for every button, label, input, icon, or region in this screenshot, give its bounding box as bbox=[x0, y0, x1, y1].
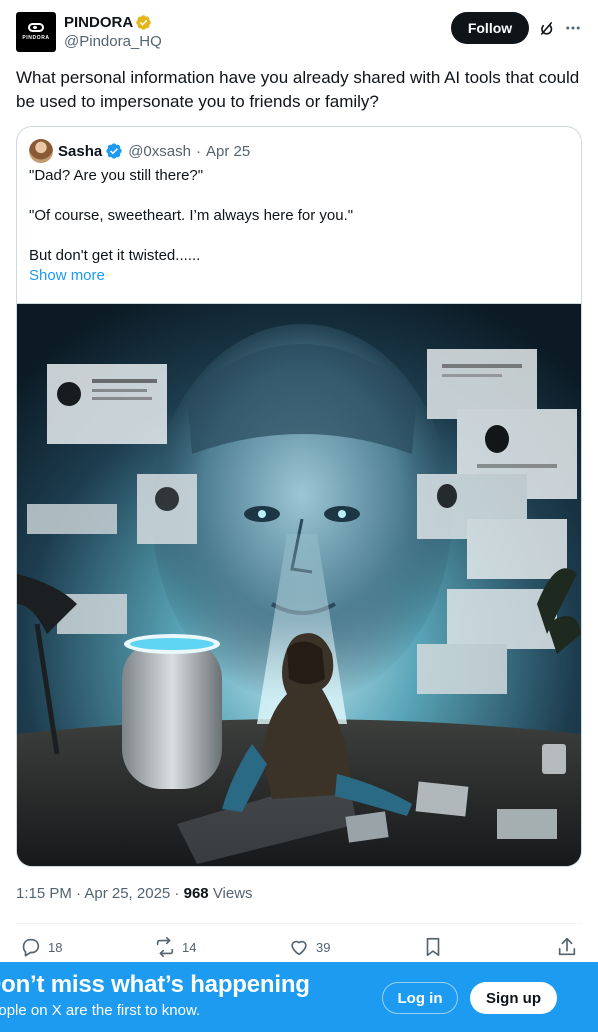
banner-title: Don’t miss what’s happening bbox=[0, 971, 310, 998]
quoted-author-name[interactable]: Sasha bbox=[58, 143, 102, 160]
tweet-meta: 1:15 PM · Apr 25, 2025 · 968 Views bbox=[16, 884, 253, 904]
divider bbox=[16, 923, 582, 924]
tweet-timestamp[interactable]: 1:15 PM · Apr 25, 2025 · bbox=[16, 885, 179, 902]
show-more-link[interactable]: Show more bbox=[29, 266, 105, 286]
repost-count: 14 bbox=[182, 939, 197, 955]
author-display-name[interactable]: PINDORA bbox=[64, 14, 133, 31]
banner-subtitle: People on X are the first to know. bbox=[0, 1002, 201, 1019]
quoted-line: "Dad? Are you still there?" bbox=[29, 167, 204, 184]
pindora-logo-icon bbox=[28, 23, 44, 32]
quoted-media-image[interactable] bbox=[17, 303, 581, 866]
share-icon bbox=[558, 937, 576, 956]
share-button[interactable] bbox=[556, 936, 578, 958]
quoted-separator: · bbox=[195, 142, 201, 160]
reply-count: 18 bbox=[48, 939, 63, 955]
quoted-header: Sasha @0xsash · Apr 25 bbox=[29, 139, 250, 163]
follow-button[interactable]: Follow bbox=[451, 12, 529, 44]
ai-impersonation-illustration bbox=[17, 304, 581, 866]
repost-button[interactable]: 14 bbox=[154, 936, 196, 958]
avatar-wordmark: PINDORA bbox=[22, 35, 50, 41]
blue-verified-badge-icon bbox=[106, 143, 122, 159]
quoted-line: "Of course, sweetheart. I’m always here … bbox=[29, 207, 354, 224]
tweet-header: PINDORA PINDORA @Pindora_HQ Follow bbox=[16, 12, 582, 52]
like-count: 39 bbox=[316, 939, 331, 955]
quoted-author-handle[interactable]: @0xsash bbox=[128, 143, 191, 160]
reply-button[interactable]: 18 bbox=[20, 936, 62, 958]
repost-icon bbox=[156, 937, 174, 957]
reply-icon bbox=[22, 938, 40, 957]
quoted-date[interactable]: Apr 25 bbox=[206, 143, 250, 160]
bookmark-button[interactable] bbox=[422, 936, 444, 958]
signup-banner: Don’t miss what’s happening People on X … bbox=[0, 962, 598, 1032]
sign-up-button[interactable]: Sign up bbox=[470, 982, 557, 1014]
quoted-text: "Dad? Are you still there?" "Of course, … bbox=[29, 166, 569, 266]
heart-icon bbox=[291, 940, 307, 956]
like-button[interactable]: 39 bbox=[288, 936, 330, 958]
quoted-author-avatar[interactable] bbox=[29, 139, 53, 163]
quoted-line: But don't get it twisted...... bbox=[29, 247, 201, 264]
author-avatar[interactable]: PINDORA bbox=[16, 12, 56, 52]
grok-icon[interactable] bbox=[537, 19, 556, 38]
tweet-text: What personal information have you alrea… bbox=[16, 68, 580, 111]
author-info: PINDORA @Pindora_HQ bbox=[64, 12, 162, 52]
log-in-button[interactable]: Log in bbox=[382, 982, 458, 1014]
views-count: 968 bbox=[183, 885, 209, 902]
views-label: Views bbox=[212, 885, 253, 902]
quoted-tweet[interactable]: Sasha @0xsash · Apr 25 "Dad? Are you sti… bbox=[16, 126, 582, 867]
author-handle[interactable]: @Pindora_HQ bbox=[64, 32, 162, 52]
more-icon[interactable] bbox=[564, 19, 582, 37]
gold-verified-badge-icon bbox=[136, 14, 151, 30]
bookmark-icon bbox=[426, 937, 440, 957]
